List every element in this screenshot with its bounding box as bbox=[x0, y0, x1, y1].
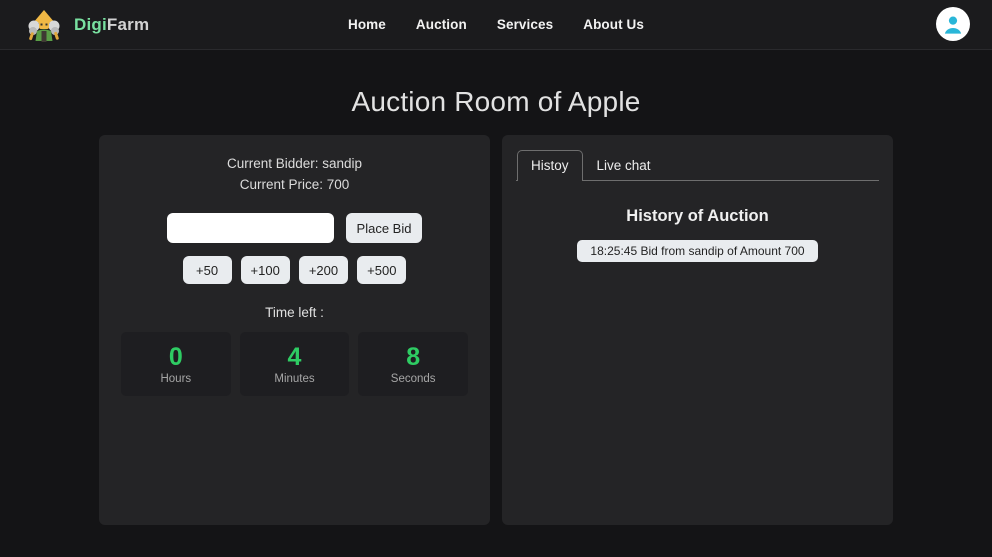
nav-link-services[interactable]: Services bbox=[497, 17, 553, 32]
timer-seconds-unit: Seconds bbox=[390, 372, 436, 385]
timer-card-minutes: 4 Minutes bbox=[239, 332, 350, 396]
nav-link-auction[interactable]: Auction bbox=[416, 17, 467, 32]
farmer-logo-icon bbox=[24, 5, 64, 45]
quick-bid-50-button[interactable]: +50 bbox=[182, 256, 232, 284]
page-title: Auction Room of Apple bbox=[351, 86, 641, 117]
nav-link-home[interactable]: Home bbox=[348, 17, 386, 32]
quick-bid-500-button[interactable]: +500 bbox=[357, 256, 407, 284]
timer-card-seconds: 8 Seconds bbox=[358, 332, 469, 396]
quick-bid-100-button[interactable]: +100 bbox=[240, 256, 290, 284]
user-avatar-icon[interactable] bbox=[936, 7, 970, 41]
panel-tabs: Histoy Live chat bbox=[516, 149, 879, 181]
place-bid-button[interactable]: Place Bid bbox=[345, 213, 423, 243]
nav-links: Home Auction Services About Us bbox=[348, 17, 644, 32]
brand-text: DigiFarm bbox=[74, 15, 149, 35]
nav-link-about-us[interactable]: About Us bbox=[583, 17, 644, 32]
quick-bid-200-button[interactable]: +200 bbox=[298, 256, 349, 284]
timer-minutes-value: 4 bbox=[287, 342, 302, 371]
brand-logo[interactable]: DigiFarm bbox=[24, 5, 149, 45]
countdown-timer: 0 Hours 4 Minutes 8 Seconds bbox=[121, 332, 469, 396]
history-chat-panel: Histoy Live chat History of Auction 18:2… bbox=[502, 135, 893, 525]
time-left-label: Time left : bbox=[265, 305, 324, 320]
bid-amount-input[interactable] bbox=[166, 213, 334, 243]
brand-digi: Digi bbox=[74, 14, 107, 34]
timer-hours-unit: Hours bbox=[160, 372, 192, 385]
current-bidder-text: Current Bidder: sandip bbox=[226, 156, 363, 171]
bid-entry-row: Place Bid bbox=[121, 213, 468, 243]
tab-live-chat[interactable]: Live chat bbox=[583, 150, 665, 181]
timer-seconds-value: 8 bbox=[406, 342, 421, 371]
tab-history[interactable]: Histoy bbox=[517, 150, 583, 181]
brand-farm: Farm bbox=[106, 14, 150, 34]
timer-hours-value: 0 bbox=[168, 342, 183, 371]
timer-minutes-unit: Minutes bbox=[274, 372, 315, 385]
bidding-panel: Current Bidder: sandip Current Price: 70… bbox=[99, 135, 490, 525]
panels-container: Current Bidder: sandip Current Price: 70… bbox=[99, 135, 893, 525]
quick-bid-buttons: +50 +100 +200 +500 bbox=[121, 256, 468, 284]
current-price-text: Current Price: 700 bbox=[239, 177, 350, 192]
history-heading: History of Auction bbox=[626, 207, 769, 225]
navbar: DigiFarm Home Auction Services About Us bbox=[0, 0, 992, 50]
list-item: 18:25:45 Bid from sandip of Amount 700 bbox=[577, 240, 818, 262]
history-list: 18:25:45 Bid from sandip of Amount 700 bbox=[516, 240, 879, 262]
timer-card-hours: 0 Hours bbox=[121, 332, 231, 396]
